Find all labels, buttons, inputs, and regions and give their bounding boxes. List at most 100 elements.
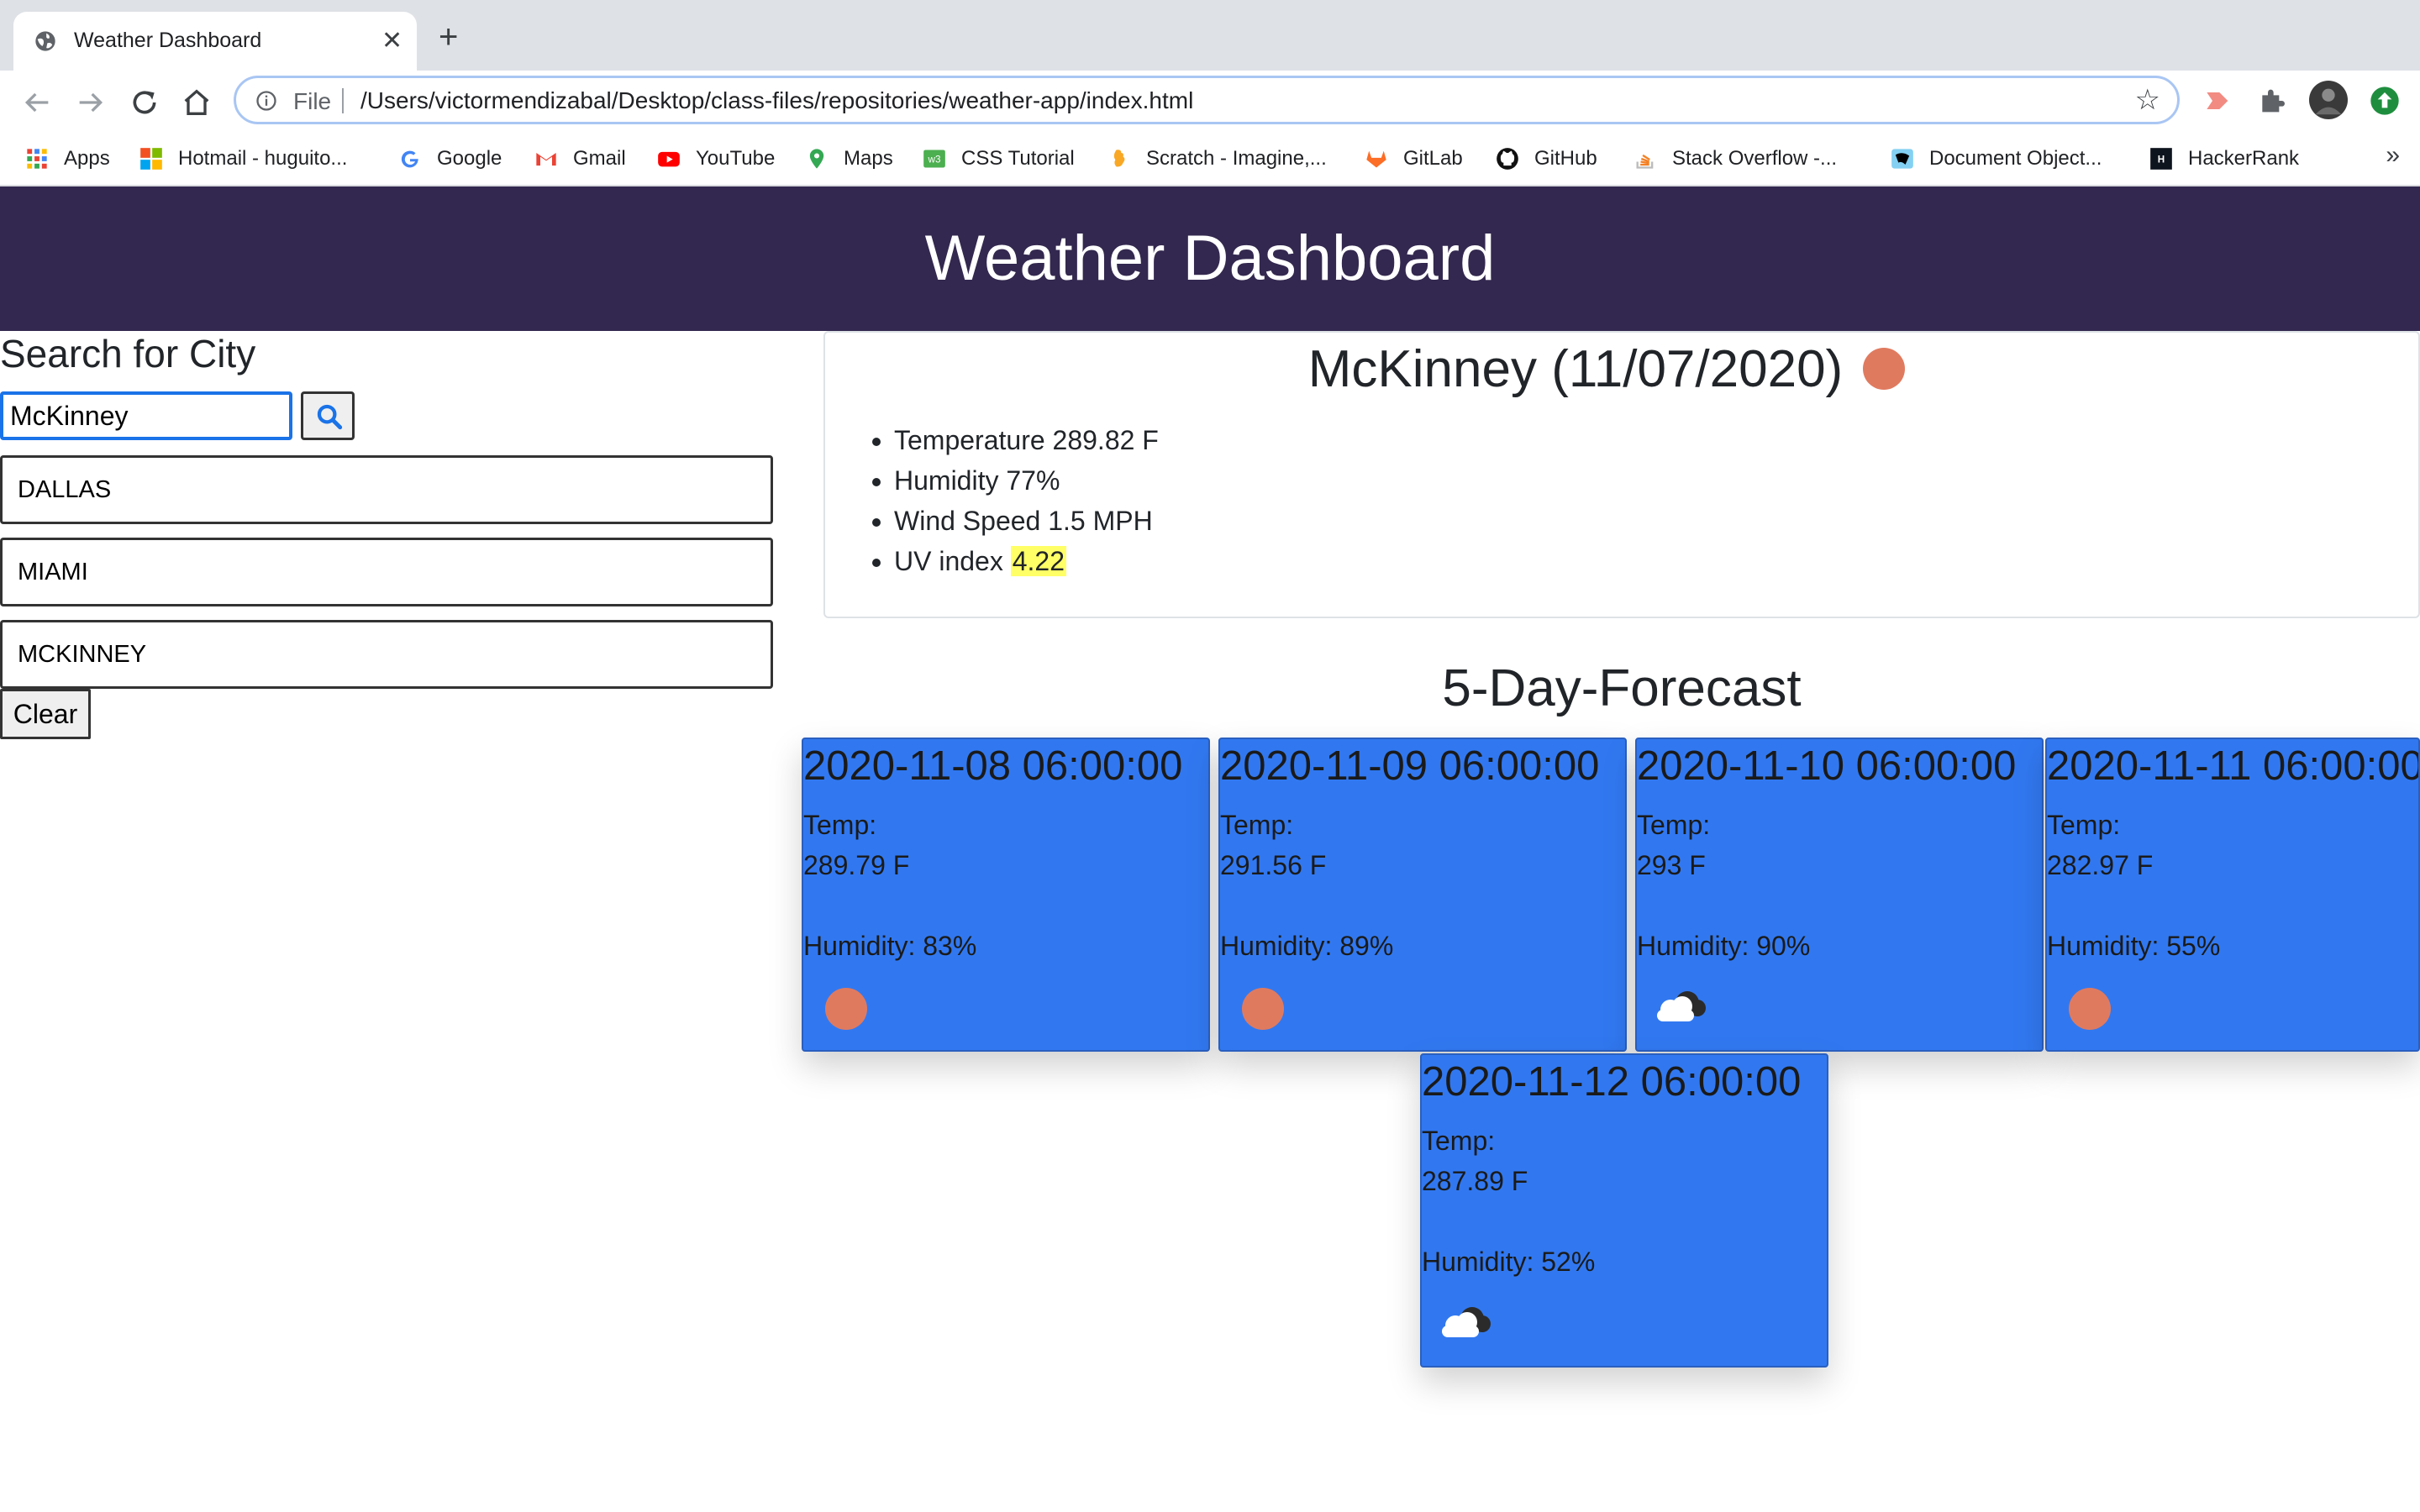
bookmark-label: Document Object... bbox=[1929, 147, 2102, 170]
forecast-humidity: Humidity: 83% bbox=[803, 931, 977, 961]
uv-index-label: UV index bbox=[894, 546, 1003, 576]
address-bar[interactable]: File /Users/victormendizabal/Desktop/cla… bbox=[234, 76, 2180, 124]
bookmark-label: GitLab bbox=[1403, 147, 1463, 170]
globe-icon bbox=[35, 31, 55, 51]
forecast-temp: 287.89 F bbox=[1422, 1166, 1528, 1196]
forecast-temp-label: Temp: bbox=[1422, 1126, 1496, 1156]
profile-avatar[interactable] bbox=[2309, 81, 2348, 119]
forecast-humidity: Humidity: 55% bbox=[2047, 931, 2221, 961]
search-icon bbox=[317, 404, 343, 430]
url-text[interactable]: /Users/victormendizabal/Desktop/class-fi… bbox=[360, 87, 1193, 114]
history-city-button[interactable]: MCKINNEY bbox=[0, 620, 773, 689]
forecast-card: 2020-11-09 06:00:00 Temp: 291.56 F Humid… bbox=[1218, 738, 1627, 1052]
history-city-button[interactable]: MIAMI bbox=[0, 538, 773, 606]
forecast-temp: 282.97 F bbox=[2047, 850, 2154, 880]
bookmark-stack-overflow[interactable]: Stack Overflow -... bbox=[1634, 144, 1837, 173]
bookmark-label: GitHub bbox=[1534, 147, 1597, 170]
tab-strip: Weather Dashboard ✕ + bbox=[0, 0, 2420, 71]
reload-icon[interactable] bbox=[128, 86, 161, 119]
bookmark-hotmail[interactable]: Hotmail - huguito... bbox=[139, 144, 347, 173]
current-temperature: Temperature 289.82 F bbox=[894, 420, 1159, 460]
bookmark-gmail[interactable]: Gmail bbox=[534, 144, 626, 173]
clear-button[interactable]: Clear bbox=[0, 689, 91, 739]
forecast-date: 2020-11-12 06:00:00 bbox=[1422, 1059, 1802, 1105]
current-weather-heading: McKinney (11/07/2020) bbox=[825, 339, 2388, 399]
apps-grid-icon bbox=[27, 149, 47, 169]
bookmark-label: CSS Tutorial bbox=[961, 147, 1075, 170]
bookmark-gitlab[interactable]: GitLab bbox=[1365, 144, 1463, 173]
bookmark-document-object[interactable]: Document Object... bbox=[1891, 144, 2102, 173]
page-header: Weather Dashboard bbox=[0, 186, 2420, 331]
current-city-date: McKinney (11/07/2020) bbox=[1307, 340, 1844, 398]
page-title: Weather Dashboard bbox=[924, 223, 1496, 294]
bookmark-label: HackerRank bbox=[2188, 147, 2300, 170]
bookmark-maps[interactable]: Maps bbox=[805, 144, 893, 173]
maps-pin-icon bbox=[809, 149, 824, 169]
cloud-icon bbox=[1657, 991, 1706, 1021]
forward-arrow-icon[interactable] bbox=[74, 86, 108, 119]
github-icon bbox=[1497, 148, 1518, 170]
bookmark-scratch[interactable]: Scratch - Imagine,... bbox=[1107, 144, 1327, 173]
svg-text:H: H bbox=[2158, 155, 2165, 165]
bookmark-label: Stack Overflow -... bbox=[1672, 147, 1838, 170]
tab-title: Weather Dashboard bbox=[74, 29, 262, 52]
cloud-icon bbox=[1442, 1307, 1491, 1337]
more-bookmarks-icon[interactable]: » bbox=[2386, 141, 2400, 170]
forecast-temp-label: Temp: bbox=[803, 810, 877, 840]
bookmark-star-icon[interactable]: ☆ bbox=[2135, 85, 2160, 115]
extensions-puzzle-icon[interactable] bbox=[2255, 84, 2289, 118]
forecast-card: 2020-11-08 06:00:00 Temp: 289.79 F Humid… bbox=[802, 738, 1210, 1052]
bookmarks-bar: Apps Hotmail - huguito... Google Gmail Y… bbox=[0, 133, 2420, 186]
extension-cast-icon[interactable] bbox=[2200, 84, 2233, 118]
browser-tab[interactable]: Weather Dashboard ✕ bbox=[13, 12, 417, 71]
forecast-card: 2020-11-11 06:00:00 Temp: 282.97 F Humid… bbox=[2045, 738, 2420, 1052]
forecast-temp-label: Temp: bbox=[2047, 810, 2121, 840]
sun-icon bbox=[1242, 988, 1284, 1030]
gmail-icon bbox=[536, 153, 556, 166]
bookmark-apps[interactable]: Apps bbox=[25, 144, 110, 173]
browser-toolbar: File /Users/victormendizabal/Desktop/cla… bbox=[0, 71, 2420, 133]
bookmark-google[interactable]: Google bbox=[398, 144, 502, 173]
current-weather-list: Temperature 289.82 F Humidity 77% Wind S… bbox=[860, 420, 1159, 581]
bookmark-label: YouTube bbox=[696, 147, 776, 170]
bookmark-label: Maps bbox=[844, 147, 893, 170]
omnibox-divider bbox=[342, 88, 344, 113]
hackerrank-icon: H bbox=[2150, 148, 2172, 170]
info-icon[interactable] bbox=[255, 89, 278, 113]
city-search-input[interactable] bbox=[0, 391, 292, 440]
uv-index-value: 4.22 bbox=[1010, 546, 1067, 576]
forecast-humidity: Humidity: 89% bbox=[1220, 931, 1394, 961]
search-heading: Search for City bbox=[0, 332, 256, 375]
bookmark-label: Apps bbox=[64, 147, 110, 170]
forecast-heading: 5-Day-Forecast bbox=[1442, 659, 1802, 717]
youtube-icon bbox=[658, 151, 680, 167]
bookmark-hackerrank[interactable]: H HackerRank bbox=[2149, 144, 2299, 173]
forecast-temp: 293 F bbox=[1637, 850, 1706, 880]
forecast-date: 2020-11-08 06:00:00 bbox=[803, 743, 1183, 789]
bookmark-youtube[interactable]: YouTube bbox=[657, 144, 775, 173]
bookmark-css-tutorial[interactable]: w3 CSS Tutorial bbox=[923, 144, 1075, 173]
google-icon bbox=[401, 150, 418, 168]
current-weather-card: McKinney (11/07/2020) Temperature 289.82… bbox=[823, 331, 2420, 618]
forecast-date: 2020-11-11 06:00:00 bbox=[2047, 743, 2420, 789]
new-tab-icon[interactable]: + bbox=[439, 20, 458, 54]
forecast-temp: 291.56 F bbox=[1220, 850, 1327, 880]
current-uv-index: UV index 4.22 bbox=[894, 541, 1159, 581]
bookmark-label: Hotmail - huguito... bbox=[178, 147, 348, 170]
history-city-button[interactable]: DALLAS bbox=[0, 455, 773, 524]
bookmark-label: Scratch - Imagine,... bbox=[1146, 147, 1327, 170]
sun-icon bbox=[825, 988, 867, 1030]
svg-text:w3: w3 bbox=[928, 155, 941, 165]
bookmark-github[interactable]: GitHub bbox=[1496, 144, 1597, 173]
back-arrow-icon[interactable] bbox=[20, 86, 54, 119]
current-wind-speed: Wind Speed 1.5 MPH bbox=[894, 501, 1159, 541]
url-scheme-label: File bbox=[293, 88, 332, 114]
close-tab-icon[interactable]: ✕ bbox=[381, 29, 402, 54]
forecast-temp-label: Temp: bbox=[1637, 810, 1711, 840]
update-icon[interactable] bbox=[2368, 84, 2402, 118]
forecast-date: 2020-11-09 06:00:00 bbox=[1220, 743, 1600, 789]
home-icon[interactable] bbox=[180, 86, 213, 119]
sun-icon bbox=[2069, 988, 2111, 1030]
current-humidity: Humidity 77% bbox=[894, 460, 1159, 501]
search-button[interactable] bbox=[301, 391, 355, 440]
